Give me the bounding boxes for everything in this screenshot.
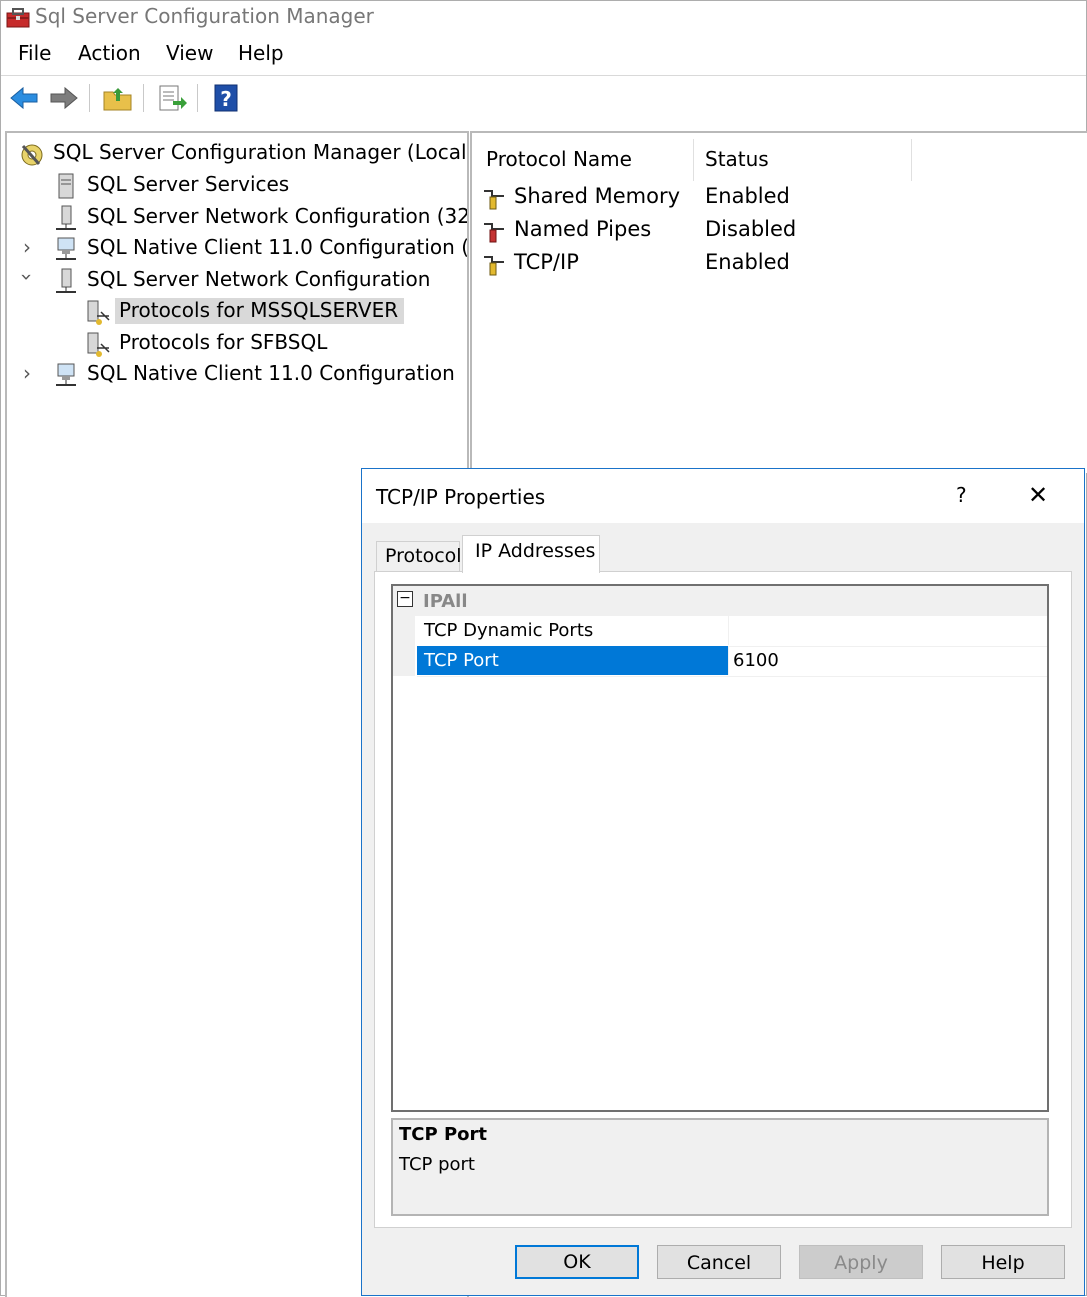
property-row-tcp-port[interactable]: TCP Port 6100	[417, 646, 1047, 677]
dialog-title-bar: TCP/IP Properties ? ✕	[362, 469, 1084, 523]
menu-action[interactable]: Action	[78, 41, 141, 65]
collapse-toggle-icon[interactable]: −	[397, 591, 413, 607]
property-name: TCP Port	[417, 646, 729, 675]
toolbar: ?	[1, 75, 1086, 120]
help-icon[interactable]: ?	[209, 82, 243, 114]
property-value[interactable]: 6100	[733, 646, 779, 675]
expand-chevron-icon[interactable]: ›	[23, 235, 31, 259]
cancel-button[interactable]: Cancel	[657, 1245, 781, 1279]
menu-file[interactable]: File	[18, 41, 51, 65]
svg-text:?: ?	[220, 87, 232, 111]
toolbox-icon	[6, 8, 30, 28]
config-manager-icon	[21, 144, 43, 166]
tcpip-properties-dialog: TCP/IP Properties ? ✕ Protocol IP Addres…	[361, 468, 1085, 1296]
network-config-icon	[56, 268, 76, 293]
column-header-protocol-name[interactable]: Protocol Name	[486, 147, 632, 171]
back-arrow-icon[interactable]	[7, 82, 41, 114]
help-button[interactable]: Help	[941, 1245, 1065, 1279]
network-config-icon	[56, 205, 76, 230]
description-text: TCP port	[399, 1154, 475, 1175]
collapse-chevron-icon[interactable]: ›	[15, 273, 39, 281]
tab-panel-ip-addresses: − IPAll TCP Dynamic Ports TCP Port 6100 …	[374, 571, 1072, 1228]
apply-button[interactable]: Apply	[799, 1245, 923, 1279]
export-list-icon[interactable]	[155, 82, 189, 114]
list-row[interactable]: Named Pipes Disabled	[482, 217, 1082, 247]
tab-protocol[interactable]: Protocol	[376, 541, 462, 573]
list-row[interactable]: Shared Memory Enabled	[482, 184, 1082, 214]
protocols-icon	[87, 332, 110, 357]
tab-ip-addresses[interactable]: IP Addresses	[462, 535, 600, 573]
dialog-help-icon[interactable]: ?	[956, 483, 967, 507]
ok-button[interactable]: OK	[515, 1245, 639, 1279]
category-label: IPAll	[423, 591, 468, 612]
server-icon	[58, 173, 74, 199]
dialog-title: TCP/IP Properties	[376, 485, 546, 509]
protocols-icon	[87, 300, 110, 325]
forward-arrow-icon[interactable]	[47, 82, 81, 114]
property-name: TCP Dynamic Ports	[417, 616, 729, 645]
protocol-plug-icon	[484, 223, 504, 243]
list-row[interactable]: TCP/IP Enabled	[482, 250, 1082, 280]
window-title: Sql Server Configuration Manager	[35, 4, 374, 28]
description-title: TCP Port	[399, 1124, 487, 1145]
property-grid: − IPAll TCP Dynamic Ports TCP Port 6100	[391, 584, 1049, 1112]
property-row-tcp-dynamic-ports[interactable]: TCP Dynamic Ports	[417, 616, 1047, 647]
close-icon[interactable]: ✕	[1028, 481, 1048, 509]
menu-help[interactable]: Help	[238, 41, 284, 65]
menu-bar: File Action View Help	[1, 39, 1086, 73]
expand-chevron-icon[interactable]: ›	[23, 361, 31, 385]
protocol-plug-icon	[484, 190, 504, 210]
column-header-status[interactable]: Status	[705, 147, 769, 171]
up-folder-icon[interactable]	[101, 82, 135, 114]
client-computer-icon	[56, 363, 76, 386]
protocol-plug-icon	[484, 256, 504, 276]
protocol-list: Protocol Name Status Shared Memory Enabl…	[470, 131, 1087, 473]
client-computer-icon	[56, 237, 76, 260]
menu-view[interactable]: View	[166, 41, 213, 65]
property-description: TCP Port TCP port	[391, 1118, 1049, 1216]
category-row-ipall[interactable]: − IPAll	[393, 586, 1047, 616]
title-bar: Sql Server Configuration Manager	[1, 1, 1086, 33]
